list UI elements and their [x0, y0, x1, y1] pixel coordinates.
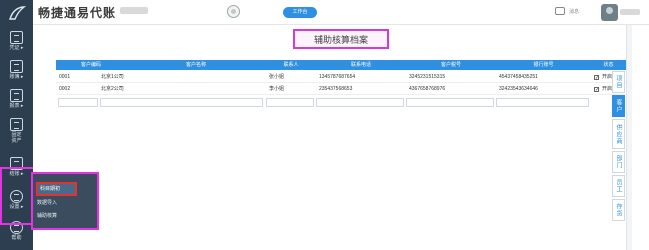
nav-label: 固定资产: [11, 132, 22, 144]
cell-tax: 436765876​8976: [409, 86, 446, 92]
tab-employee[interactable]: 员工: [612, 175, 625, 197]
new-phone-input[interactable]: [316, 98, 404, 107]
cell-contact: 李小姐: [269, 86, 285, 92]
logo-icon[interactable]: [0, 0, 33, 25]
ledger-icon: [10, 60, 23, 73]
tab-department[interactable]: 部门: [612, 151, 625, 173]
voucher-icon: [10, 31, 23, 44]
new-row-inputs: [56, 97, 626, 108]
app-title: 畅捷通易代账: [38, 6, 117, 20]
col-header-status[interactable]: 状态: [591, 60, 626, 70]
main-content: 辅助核算档案 客户编码 客户名称 联系人 联系电话 客户税号 银行账号 状态 0…: [33, 25, 649, 250]
messages[interactable]: 消息: [555, 7, 579, 15]
nav-item-asset[interactable]: 固定资产: [0, 118, 33, 144]
nav-label: 帮助: [11, 235, 22, 241]
workbench-button[interactable]: 工作台: [283, 7, 317, 18]
cell-phone: 13457876876​54: [319, 74, 356, 80]
asset-icon: [10, 118, 23, 131]
page-title: 辅助核算档案: [293, 29, 389, 49]
col-header-code[interactable]: 客户编码: [56, 60, 126, 70]
status-circle-icon[interactable]: [227, 5, 240, 18]
new-bank-input[interactable]: [496, 98, 589, 107]
col-header-bank[interactable]: 银行账号: [496, 60, 591, 70]
scrollbar[interactable]: [626, 25, 632, 250]
settings-submenu: 科目期初 数据导入 辅助核算: [31, 172, 99, 230]
cell-name: 北京2公司: [101, 86, 124, 92]
submenu-opening-balance[interactable]: 科目期初: [36, 182, 77, 196]
status-checkbox[interactable]: ✓: [594, 75, 599, 81]
nav-item-ledger[interactable]: 账簿 ▸: [0, 60, 33, 80]
nav-label: 报表 ▸: [9, 103, 24, 109]
new-code-input[interactable]: [58, 98, 98, 107]
cell-contact: 张小姐: [269, 74, 285, 80]
nav-label: 账簿 ▸: [9, 74, 24, 80]
new-name-input[interactable]: [100, 98, 263, 107]
table-row[interactable]: 0002 北京2公司 李小姐 235437568653 436765876​89…: [56, 84, 626, 95]
tab-supplier[interactable]: 供应商: [612, 119, 625, 149]
cell-phone: 235437568653: [319, 86, 353, 92]
tab-project[interactable]: 项目: [612, 71, 625, 93]
col-header-phone[interactable]: 联系电话: [316, 60, 406, 70]
tab-customer[interactable]: 客户: [612, 95, 625, 117]
nav-label: 凭证 ▸: [9, 45, 24, 51]
top-bar: 畅捷通易代账 工作台 消息: [0, 0, 649, 25]
cell-status: 开启: [602, 74, 613, 80]
cell-code: 0002: [59, 86, 71, 92]
cell-status: 开启: [602, 86, 613, 92]
col-header-contact[interactable]: 联系人: [266, 60, 316, 70]
cell-tax: 3245231515315: [409, 74, 446, 80]
table-row[interactable]: 0001 北京1公司 张小姐 13457876876​54 3245231515…: [56, 72, 626, 83]
new-tax-input[interactable]: [406, 98, 494, 107]
cell-code: 0001: [59, 74, 71, 80]
cell-name: 北京1公司: [101, 74, 124, 80]
cell-bank: 32423543634646: [499, 86, 538, 92]
cell-bank: 45437458435251: [499, 74, 538, 80]
new-contact-input[interactable]: [266, 98, 314, 107]
status-checkbox[interactable]: ✓: [594, 87, 599, 93]
nav-highlight-frame: [0, 167, 33, 225]
messages-label[interactable]: 消息: [569, 8, 579, 15]
tab-inventory[interactable]: 存货: [612, 199, 625, 221]
report-icon: [10, 89, 23, 102]
user-name[interactable]: [620, 9, 640, 15]
submenu-aux-accounting[interactable]: 辅助核算: [37, 212, 57, 219]
nav-item-report[interactable]: 报表 ▸: [0, 89, 33, 109]
message-icon[interactable]: [555, 7, 565, 15]
col-header-name[interactable]: 客户名称: [126, 60, 266, 70]
nav-item-voucher[interactable]: 凭证 ▸: [0, 31, 33, 51]
avatar[interactable]: [601, 4, 618, 21]
table-header: 客户编码 客户名称 联系人 联系电话 客户税号 银行账号 状态: [56, 60, 626, 70]
submenu-data-import[interactable]: 数据导入: [37, 199, 57, 206]
company-name: [120, 7, 148, 14]
col-header-tax[interactable]: 客户税号: [406, 60, 496, 70]
